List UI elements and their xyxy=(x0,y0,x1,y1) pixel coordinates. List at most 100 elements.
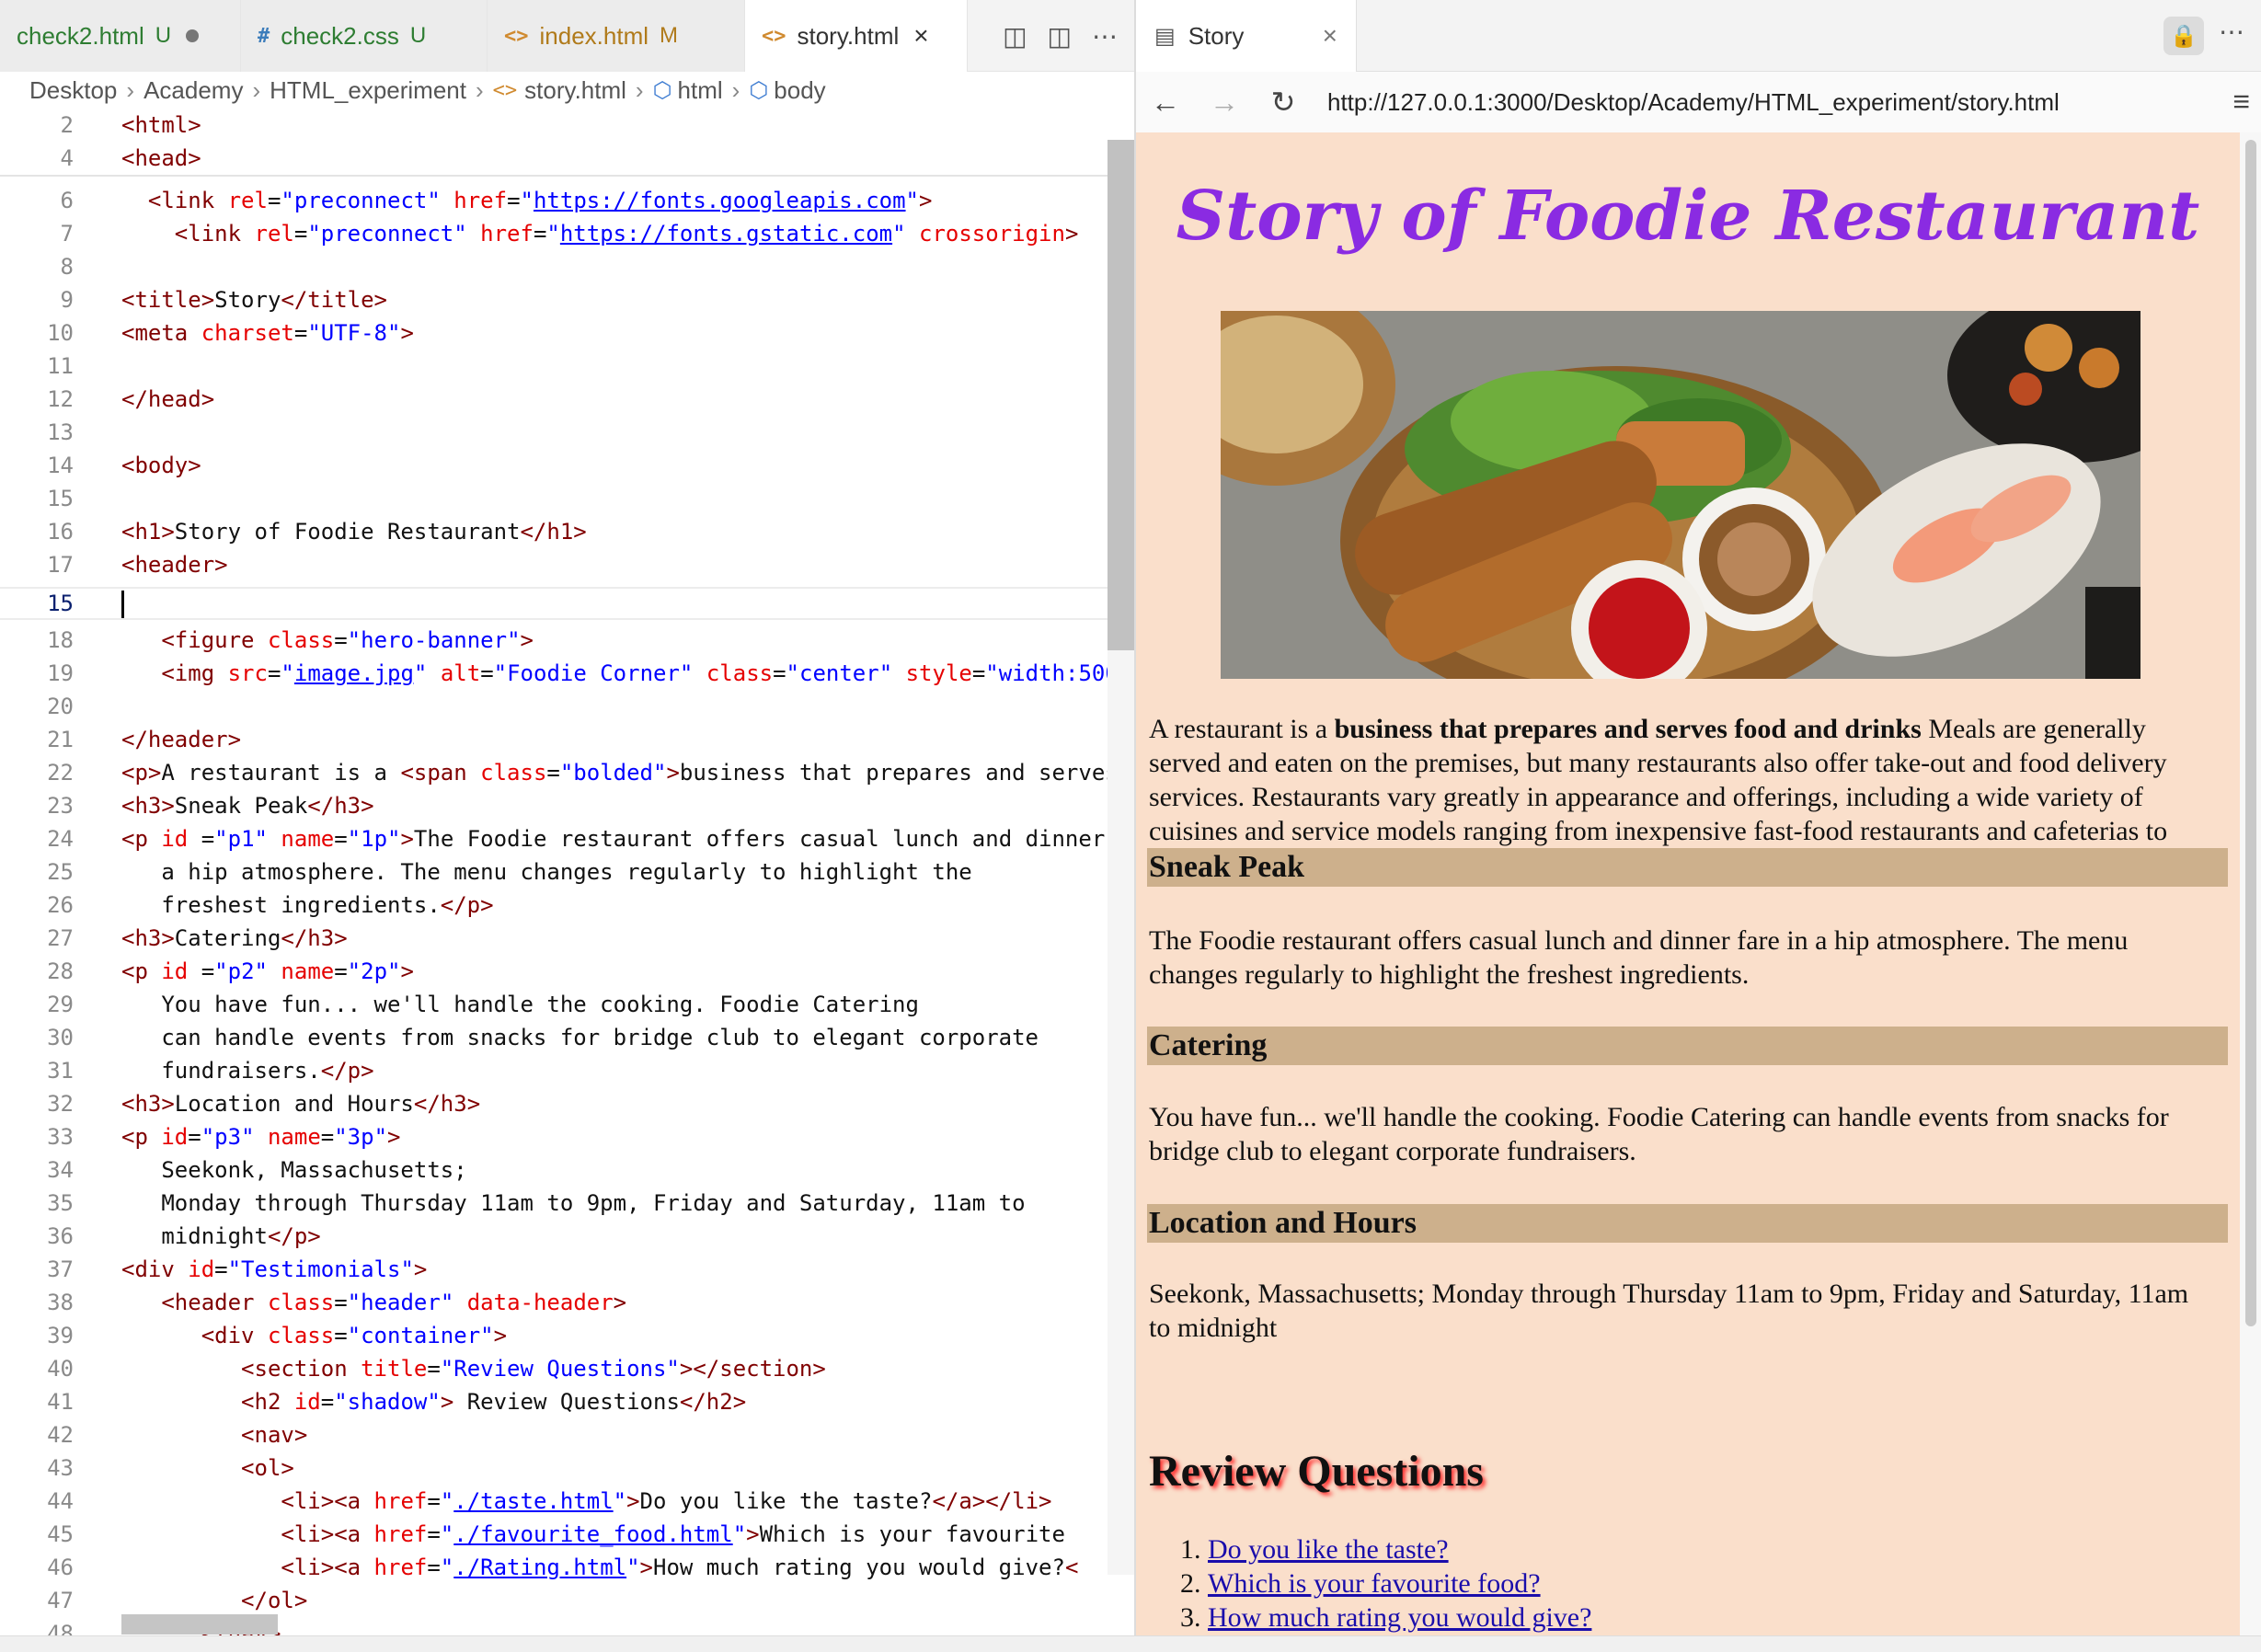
code-line: 31 fundraisers.</p> xyxy=(0,1054,1134,1087)
browser-tab-bar: ▤ Story × 🔒 ⋯ xyxy=(1136,0,2261,72)
line-number: 17 xyxy=(47,552,74,578)
sticky-scroll-divider xyxy=(0,175,1108,177)
split-editor-icon[interactable]: ◫ xyxy=(1048,21,1072,52)
line-number: 10 xyxy=(47,320,74,346)
browser-tab-story[interactable]: ▤ Story × xyxy=(1136,0,1357,72)
code-line: 24 <p id ="p1" name="1p">The Foodie resta… xyxy=(0,822,1134,855)
food-photo xyxy=(1221,311,2140,679)
code-text: <p id="p3" name="3p"> xyxy=(121,1124,401,1150)
line-number: 18 xyxy=(47,627,74,653)
code-text: <li><a href="./favourite_food.html">Whic… xyxy=(281,1521,1065,1547)
tab-story-html[interactable]: <> story.html × xyxy=(745,0,968,72)
line-number: 23 xyxy=(47,793,74,819)
code-text: <h2 id="shadow"> Review Questions</h2> xyxy=(241,1389,747,1415)
code-text: </head> xyxy=(121,386,215,412)
line-number: 25 xyxy=(47,859,74,885)
browser-nav-bar: ← → ↻ http://127.0.0.1:3000/Desktop/Acad… xyxy=(1136,72,2261,132)
breadcrumb-desktop[interactable]: Desktop xyxy=(29,76,117,105)
code-text: <link rel="preconnect" href="https://fon… xyxy=(147,188,933,213)
more-actions-icon[interactable]: ⋯ xyxy=(1092,21,1118,52)
code-line: 45 <li><a href="./favourite_food.html">W… xyxy=(0,1518,1134,1551)
editor-horizontal-scroll-thumb[interactable] xyxy=(121,1614,278,1635)
tab-label: check2.html xyxy=(17,21,144,50)
breadcrumb-academy[interactable]: Academy xyxy=(143,76,243,105)
address-bar[interactable]: http://127.0.0.1:3000/Desktop/Academy/HT… xyxy=(1327,88,2060,117)
line-number: 12 xyxy=(47,386,74,412)
code-text: <link rel="preconnect" href="https://fon… xyxy=(174,221,1079,247)
tab-check2-css[interactable]: # check2.css U xyxy=(241,0,488,72)
html-file-icon: <> xyxy=(492,78,518,102)
code-line: 33 <p id="p3" name="3p"> xyxy=(0,1120,1134,1153)
favourite-food-link[interactable]: Which is your favourite food? xyxy=(1208,1568,1541,1599)
css-file-icon: # xyxy=(258,24,270,48)
code-text: <ol> xyxy=(241,1455,294,1481)
line-number: 30 xyxy=(47,1025,74,1050)
line-number: 47 xyxy=(47,1588,74,1613)
code-line: 26 freshest ingredients.</p> xyxy=(0,889,1134,922)
code-editor[interactable]: check2.html U # check2.css U <> index.ht… xyxy=(0,0,1134,1652)
breadcrumb-body[interactable]: body xyxy=(774,76,825,105)
reload-icon[interactable]: ↻ xyxy=(1254,85,1313,120)
code-line: 8 xyxy=(0,250,1134,283)
line-number: 6 xyxy=(60,188,74,213)
code-area[interactable]: 2 <html> 4 <head> 6 <link rel="preconnect"… xyxy=(0,109,1134,1646)
code-line: 20 xyxy=(0,690,1134,723)
close-tab-icon[interactable]: × xyxy=(913,21,928,51)
line-number: 33 xyxy=(47,1124,74,1150)
browser-tab-title: Story xyxy=(1188,21,1245,50)
code-line: 23 <h3>Sneak Peak</h3> xyxy=(0,789,1134,822)
code-text: Seekonk, Massachusetts; xyxy=(121,1157,467,1183)
tab-check2-html[interactable]: check2.html U xyxy=(0,0,241,72)
code-text: </header> xyxy=(121,727,242,752)
tab-index-html[interactable]: <> index.html M xyxy=(488,0,745,72)
more-actions-icon[interactable]: ⋯ xyxy=(2219,17,2244,47)
page-scrollbar[interactable] xyxy=(2245,140,2256,1326)
line-number: 39 xyxy=(47,1323,74,1348)
code-line: 14 <body> xyxy=(0,449,1134,482)
line-number: 24 xyxy=(47,826,74,852)
unsaved-dot-icon[interactable] xyxy=(186,29,200,42)
code-text: <body> xyxy=(121,453,201,478)
close-tab-icon[interactable]: × xyxy=(1323,21,1337,51)
browser-preview: ▤ Story × 🔒 ⋯ ← → ↻ http://127.0.0.1:300… xyxy=(1136,0,2261,1652)
code-line: 35 Monday through Thursday 11am to 9pm, … xyxy=(0,1187,1134,1220)
breadcrumb-html[interactable]: html xyxy=(678,76,723,105)
code-line: 10 <meta charset="UTF-8"> xyxy=(0,316,1134,350)
hamburger-menu-icon[interactable]: ≡ xyxy=(2232,85,2250,119)
code-line: 13 xyxy=(0,416,1134,449)
line-number: 13 xyxy=(47,419,74,445)
code-line: 12 </head> xyxy=(0,383,1134,416)
code-text: You have fun... we'll handle the cooking… xyxy=(121,992,919,1017)
code-text: <img src="image.jpg" alt="Foodie Corner"… xyxy=(161,660,1119,686)
code-line: 21 </header> xyxy=(0,723,1134,756)
code-text: <title>Story</title> xyxy=(121,287,387,313)
forward-arrow-icon[interactable]: → xyxy=(1195,86,1254,120)
line-number: 35 xyxy=(47,1190,74,1216)
line-number: 16 xyxy=(47,519,74,545)
line-number: 43 xyxy=(47,1455,74,1481)
page-title: Story of Foodie Restaurant xyxy=(1176,177,2200,256)
list-item: How much rating you would give? xyxy=(1208,1600,1591,1635)
back-arrow-icon[interactable]: ← xyxy=(1136,86,1195,120)
breadcrumb-file[interactable]: story.html xyxy=(524,76,626,105)
rating-link[interactable]: How much rating you would give? xyxy=(1208,1602,1591,1633)
line-number: 26 xyxy=(47,892,74,918)
lock-icon[interactable]: 🔒 xyxy=(2163,17,2204,55)
code-text: <section title="Review Questions"></sect… xyxy=(241,1356,826,1382)
code-text: <p id ="p1" name="1p">The Foodie restaur… xyxy=(121,826,1132,852)
code-line: 36 midnight</p> xyxy=(0,1220,1134,1253)
taste-link[interactable]: Do you like the taste? xyxy=(1208,1534,1449,1565)
open-preview-icon[interactable]: ◫ xyxy=(1003,21,1027,52)
editor-scroll-thumb[interactable] xyxy=(1108,140,1134,650)
code-line: 25 a hip atmosphere. The menu changes re… xyxy=(0,855,1134,889)
code-text: <header> xyxy=(121,552,228,578)
location-paragraph: Seekonk, Massachusetts; Monday through T… xyxy=(1149,1279,2189,1343)
code-line: 6 <link rel="preconnect" href="https://f… xyxy=(0,184,1134,217)
code-line: 34 Seekonk, Massachusetts; xyxy=(0,1153,1134,1187)
line-number: 15 xyxy=(47,486,74,511)
code-text: <head> xyxy=(121,145,201,171)
hero-food-image xyxy=(1221,311,2140,679)
breadcrumb-folder[interactable]: HTML_experiment xyxy=(270,76,466,105)
line-number: 27 xyxy=(47,925,74,951)
review-questions-list: Do you like the taste? Which is your fav… xyxy=(1180,1532,1591,1635)
